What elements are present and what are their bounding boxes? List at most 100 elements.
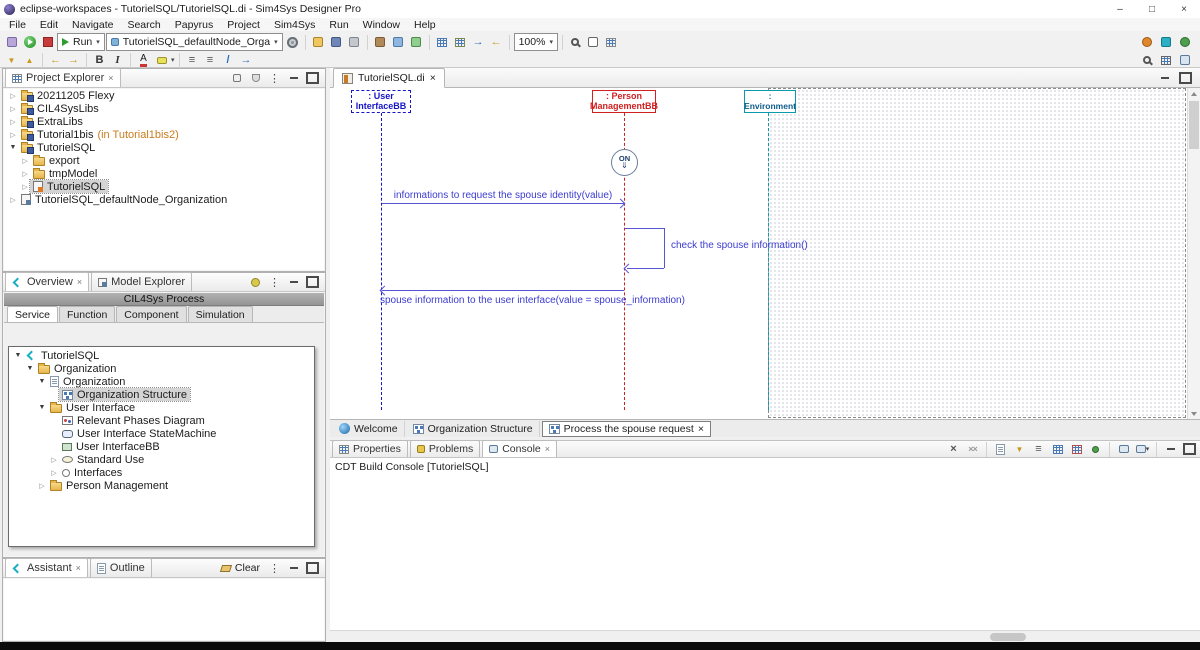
expand-arrow-icon[interactable] bbox=[8, 105, 18, 113]
word-wrap-icon[interactable] bbox=[1030, 441, 1047, 457]
scrollbar-thumb[interactable] bbox=[990, 633, 1026, 641]
tab-assistant[interactable]: Assistant × bbox=[5, 558, 88, 577]
clear-console-icon[interactable] bbox=[992, 441, 1009, 457]
maximize-icon[interactable] bbox=[1177, 70, 1194, 86]
open-console-icon[interactable]: ▾ bbox=[1134, 441, 1151, 457]
cil4sys-toolbar-icon[interactable] bbox=[1157, 34, 1174, 50]
subtab-component[interactable]: Component bbox=[116, 306, 187, 322]
open-perspective-icon[interactable] bbox=[1157, 52, 1174, 68]
launch-config-combo[interactable]: TutorielSQL_defaultNode_Orga ▾ bbox=[105, 33, 283, 51]
scroll-up-icon[interactable] bbox=[1188, 88, 1200, 99]
sync-icon[interactable] bbox=[247, 274, 264, 290]
zoom-combo[interactable]: 100% ▾ bbox=[513, 33, 558, 51]
tree-item[interactable]: tmpModel bbox=[4, 167, 324, 180]
filter-icon[interactable] bbox=[247, 70, 264, 86]
grid-toggle-icon[interactable] bbox=[603, 34, 620, 50]
tab-tutorielsql-di[interactable]: TutorielSQL.di × bbox=[333, 68, 445, 88]
new-diagram-icon[interactable] bbox=[434, 34, 451, 50]
tree-item[interactable]: TutorielSQL bbox=[4, 141, 324, 154]
canvas-vertical-scrollbar[interactable] bbox=[1187, 88, 1200, 419]
dropdown-icon[interactable]: ▾ bbox=[171, 56, 175, 64]
export-icon[interactable] bbox=[488, 34, 505, 50]
on-state-symbol[interactable]: ON ⇓ bbox=[611, 149, 638, 176]
self-message-vertical-line[interactable] bbox=[664, 228, 665, 268]
tab-welcome[interactable]: Welcome bbox=[333, 420, 405, 437]
minimize-window-button[interactable]: – bbox=[1104, 0, 1136, 18]
tab-model-explorer[interactable]: Model Explorer bbox=[91, 272, 193, 291]
tree-item[interactable]: TutorielSQL_defaultNode_Organization bbox=[4, 193, 324, 206]
scrollbar-thumb[interactable] bbox=[1189, 101, 1199, 149]
print-icon[interactable] bbox=[346, 34, 363, 50]
fill-color-button[interactable] bbox=[153, 52, 170, 68]
run-application-icon[interactable] bbox=[21, 34, 38, 50]
show-on-stdout-icon[interactable] bbox=[1049, 441, 1066, 457]
tab-properties[interactable]: Properties bbox=[332, 440, 408, 457]
new-wizard-icon[interactable] bbox=[310, 34, 327, 50]
expand-arrow-icon[interactable] bbox=[37, 378, 47, 385]
expand-arrow-icon[interactable] bbox=[49, 469, 59, 477]
scroll-lock-icon[interactable] bbox=[1011, 441, 1028, 457]
tree-item[interactable]: Organization bbox=[9, 375, 314, 388]
close-icon[interactable]: × bbox=[698, 423, 704, 435]
remove-all-terminated-icon[interactable] bbox=[964, 441, 981, 457]
tab-outline[interactable]: Outline bbox=[89, 558, 152, 577]
external-tools-icon[interactable] bbox=[408, 34, 425, 50]
tree-item[interactable]: Relevant Phases Diagram bbox=[9, 414, 314, 427]
close-icon[interactable]: × bbox=[430, 72, 436, 84]
view-menu-icon[interactable] bbox=[266, 70, 283, 86]
import-icon[interactable] bbox=[470, 34, 487, 50]
menu-window[interactable]: Window bbox=[356, 18, 407, 31]
italic-button[interactable]: I bbox=[109, 52, 126, 68]
lifeline-head-person-managementbb[interactable]: : Person ManagementBB bbox=[590, 90, 658, 113]
close-icon[interactable]: × bbox=[77, 277, 82, 287]
expand-arrow-icon[interactable] bbox=[20, 170, 30, 178]
minimize-icon[interactable] bbox=[1162, 441, 1179, 457]
minimize-icon[interactable] bbox=[285, 560, 302, 576]
environment-selection-region[interactable] bbox=[768, 88, 1186, 418]
tree-item[interactable]: ExtraLibs bbox=[4, 115, 324, 128]
align-center-icon[interactable] bbox=[202, 52, 219, 68]
menu-help[interactable]: Help bbox=[407, 18, 443, 31]
console-horizontal-scrollbar[interactable] bbox=[330, 630, 1200, 642]
expand-arrow-icon[interactable] bbox=[37, 482, 47, 490]
clear-button[interactable]: Clear bbox=[217, 562, 264, 574]
menu-project[interactable]: Project bbox=[220, 18, 267, 31]
display-console-icon[interactable] bbox=[1115, 441, 1132, 457]
expand-arrow-icon[interactable] bbox=[8, 131, 18, 139]
expand-arrow-icon[interactable] bbox=[37, 404, 47, 411]
tree-item-selected[interactable]: Organization Structure bbox=[9, 387, 314, 402]
minimize-icon[interactable] bbox=[285, 70, 302, 86]
view-menu-icon[interactable] bbox=[266, 274, 283, 290]
maximize-icon[interactable] bbox=[304, 70, 321, 86]
quick-search-icon[interactable] bbox=[1138, 52, 1155, 68]
tab-organization-structure[interactable]: Organization Structure bbox=[407, 420, 540, 437]
menu-edit[interactable]: Edit bbox=[33, 18, 65, 31]
expand-arrow-icon[interactable] bbox=[8, 144, 18, 151]
lifeline-environment[interactable] bbox=[768, 113, 769, 410]
maximize-icon[interactable] bbox=[304, 274, 321, 290]
expand-arrow-icon[interactable] bbox=[49, 456, 59, 464]
tab-process-spouse-request[interactable]: Process the spouse request × bbox=[541, 420, 711, 437]
menu-search[interactable]: Search bbox=[120, 18, 167, 31]
maximize-window-button[interactable]: □ bbox=[1136, 0, 1168, 18]
close-icon[interactable]: × bbox=[76, 563, 81, 573]
expand-arrow-icon[interactable] bbox=[8, 118, 18, 126]
tree-item[interactable]: Interfaces bbox=[9, 466, 314, 479]
lifeline-head-environment[interactable]: : Environment bbox=[744, 90, 796, 113]
subtab-function[interactable]: Function bbox=[59, 306, 116, 322]
save-icon[interactable] bbox=[328, 34, 345, 50]
tree-item[interactable]: CIL4SysLibs bbox=[4, 102, 324, 115]
view-menu-icon[interactable] bbox=[266, 560, 283, 576]
lifeline-user-interfacebb[interactable] bbox=[381, 113, 382, 410]
tab-console[interactable]: Console × bbox=[482, 440, 558, 457]
fit-page-icon[interactable] bbox=[585, 34, 602, 50]
pin-console-icon[interactable] bbox=[1087, 441, 1104, 457]
tree-item[interactable]: 20211205 Flexy bbox=[4, 89, 324, 102]
message-line-reply[interactable] bbox=[382, 290, 624, 291]
menu-navigate[interactable]: Navigate bbox=[65, 18, 120, 31]
expand-arrow-icon[interactable] bbox=[20, 157, 30, 165]
forward-icon[interactable] bbox=[65, 52, 82, 68]
tree-item[interactable]: User Interface bbox=[9, 401, 314, 414]
back-icon[interactable] bbox=[47, 52, 64, 68]
table-icon[interactable] bbox=[452, 34, 469, 50]
